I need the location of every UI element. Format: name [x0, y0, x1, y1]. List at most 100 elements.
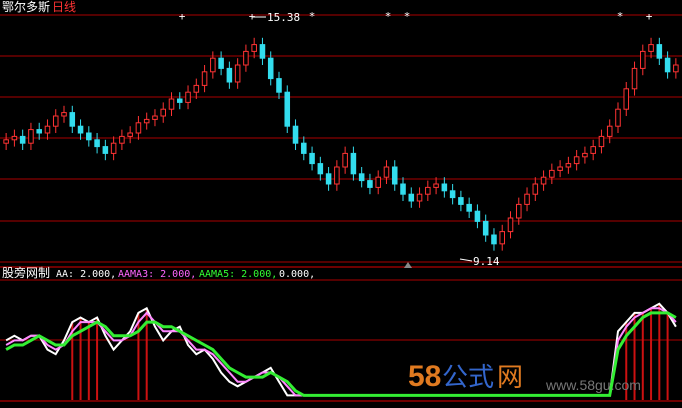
top-markers: ++****+: [179, 10, 653, 23]
candle-up: [515, 203, 522, 219]
candle-down: [400, 183, 406, 195]
candle-down: [301, 142, 307, 154]
candle-down: [218, 57, 224, 69]
candle-up: [185, 91, 191, 103]
candle-up: [28, 129, 34, 144]
signal-marker-icon: *: [309, 10, 316, 23]
watermark-brand-b: 网: [497, 362, 523, 392]
cursor-triangle-icon: [404, 262, 412, 268]
candle-down: [474, 210, 481, 222]
candle-up: [532, 183, 539, 195]
candle-up: [119, 135, 125, 144]
max-price-label: 15.38: [267, 11, 300, 24]
signal-marker-icon: *: [617, 10, 624, 23]
candle-up: [143, 118, 150, 124]
candle-down: [664, 57, 671, 73]
candle-down: [309, 152, 315, 165]
candle-up: [342, 152, 348, 168]
candle-up: [383, 166, 390, 178]
candle-down: [36, 129, 42, 134]
candle-up: [52, 115, 59, 127]
candle-down: [350, 152, 357, 175]
candle-down: [408, 193, 415, 202]
candle-down: [491, 234, 497, 245]
candle-up: [606, 125, 613, 137]
candle-down: [292, 125, 299, 144]
candle-down: [482, 220, 489, 236]
candle-down: [259, 44, 266, 59]
candle-down: [466, 203, 472, 212]
candle-up: [416, 193, 423, 202]
candle-up: [61, 112, 67, 117]
candle-up: [234, 64, 241, 83]
candle-up: [557, 166, 563, 171]
candle-down: [656, 44, 663, 59]
candle-up: [598, 135, 605, 148]
candle-up: [640, 50, 646, 69]
candle-up: [540, 176, 547, 185]
candle-down: [449, 190, 456, 199]
candle-down: [176, 98, 183, 103]
candle-up: [648, 44, 654, 52]
watermark-url: www.58gu.com: [545, 377, 641, 393]
candle-up: [582, 152, 588, 158]
candle-down: [19, 135, 26, 144]
candle-up: [110, 142, 117, 154]
watermark-brand-a: 公式: [442, 362, 494, 392]
min-pointer: [459, 258, 473, 262]
candle-up: [44, 125, 51, 134]
candle-up: [135, 122, 142, 134]
candle-up: [3, 139, 9, 144]
candle-down: [458, 197, 464, 205]
period-label: 日线: [52, 0, 76, 14]
stock-name: 鄂尔多斯: [2, 0, 50, 14]
indicator-name: 股旁网制: [2, 265, 50, 280]
candle-up: [425, 186, 431, 195]
candle-down: [358, 173, 365, 182]
candle-down: [284, 91, 291, 127]
candle-up: [499, 231, 506, 245]
candle-down: [325, 173, 332, 185]
candle-down: [86, 132, 92, 141]
candle-up: [375, 176, 381, 188]
watermark-number: 58: [408, 360, 441, 393]
candle-up: [160, 108, 167, 117]
candle-up: [11, 135, 18, 141]
signal-marker-icon: *: [404, 10, 411, 23]
candle-up: [433, 183, 439, 188]
candle-up: [590, 146, 596, 154]
candle-down: [226, 67, 233, 83]
signal-marker-icon: *: [385, 10, 392, 23]
candle-up: [623, 88, 630, 110]
stock-chart: ++****+ 鄂尔多斯 日线 15.38 9.14 股旁网制 AA: 2.00…: [0, 0, 682, 402]
signal-marker-icon: +: [646, 10, 653, 23]
legend-zero: 0.000,: [279, 269, 315, 280]
candle-up: [168, 98, 175, 110]
candle-up: [193, 84, 200, 93]
candle-down: [317, 163, 324, 175]
candle-up: [210, 57, 216, 73]
candle-up: [152, 115, 158, 120]
candle-up: [631, 67, 638, 90]
candle-up: [334, 166, 340, 185]
candle-down: [441, 183, 448, 192]
candle-down: [391, 166, 398, 185]
candle-down: [94, 139, 100, 148]
candle-up: [243, 50, 249, 66]
candle-up: [507, 217, 514, 233]
candle-up: [549, 169, 555, 178]
candle-down: [69, 112, 76, 127]
candle-down: [102, 146, 109, 154]
min-price-label: 9.14: [473, 255, 500, 268]
candle-up: [201, 71, 208, 86]
legend-aama3: AAMA3: 2.000,: [118, 269, 196, 280]
candle-up: [673, 64, 679, 73]
candle-up: [524, 193, 530, 205]
candle-up: [127, 132, 133, 137]
candle-down: [77, 125, 84, 134]
candle-up: [615, 108, 621, 127]
signal-marker-icon: +: [179, 10, 186, 23]
candle-down: [267, 57, 274, 80]
legend-aa: AA: 2.000,: [56, 269, 116, 280]
candle-up: [251, 44, 257, 52]
